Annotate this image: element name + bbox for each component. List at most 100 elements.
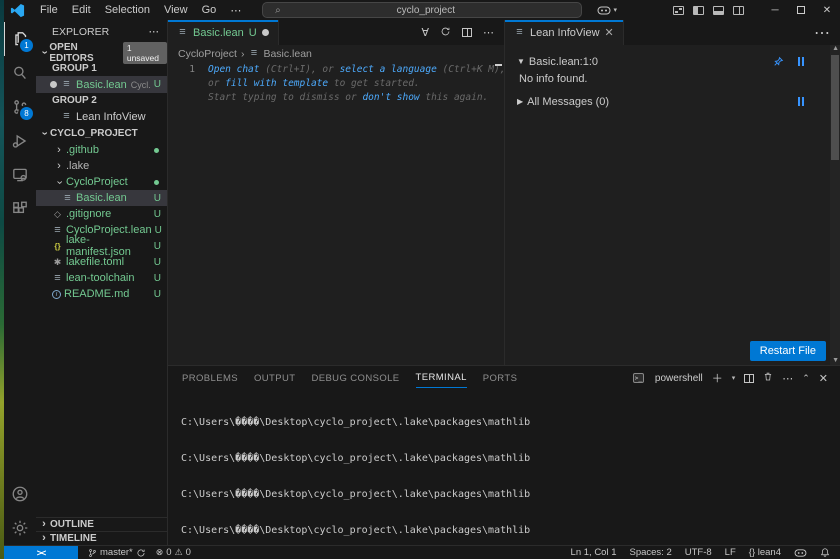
menu-more[interactable]: ⋯ xyxy=(223,4,248,17)
tab-debug-console[interactable]: DEBUG CONSOLE xyxy=(311,369,399,388)
tree-item-gitignore[interactable]: .gitignore U xyxy=(36,206,167,222)
menu-go[interactable]: Go xyxy=(195,4,224,16)
toggle-panel-button[interactable] xyxy=(713,6,724,15)
eol-status[interactable]: LF xyxy=(725,547,736,558)
explorer-badge: 1 xyxy=(20,39,33,52)
pause-updates-icon[interactable] xyxy=(798,57,804,66)
open-editor-basic-lean[interactable]: Basic.lean Cycl... U xyxy=(36,76,167,93)
split-editor-button[interactable] xyxy=(462,28,472,37)
activity-run-debug[interactable] xyxy=(4,124,36,158)
select-language-link[interactable]: select a language xyxy=(340,64,437,75)
tree-item-lakefile-toml[interactable]: lakefile.toml U xyxy=(36,254,167,270)
lean-file-icon xyxy=(177,27,188,38)
dont-show-link[interactable]: don't show xyxy=(362,92,419,103)
kill-terminal-button[interactable] xyxy=(763,371,773,385)
git-branch-status[interactable]: master* xyxy=(88,547,146,558)
project-root-header[interactable]: CYCLO_PROJECT xyxy=(36,125,167,142)
settings-button[interactable] xyxy=(4,511,36,545)
unsaved-dot-icon[interactable] xyxy=(262,29,269,36)
customize-layout-button[interactable] xyxy=(673,6,684,15)
activity-explorer[interactable]: 1 xyxy=(4,22,36,56)
git-status: U xyxy=(154,193,161,204)
copilot-menu[interactable]: ▾ xyxy=(597,5,617,16)
tab-output[interactable]: OUTPUT xyxy=(254,369,295,388)
open-editors-header[interactable]: OPEN EDITORS 1 unsaved xyxy=(36,44,167,61)
editor-more-actions[interactable]: ⋯ xyxy=(483,26,494,39)
language-mode-status[interactable]: {} lean4 xyxy=(749,547,781,558)
new-terminal-button[interactable]: ＋ xyxy=(712,370,723,386)
indentation-status[interactable]: Spaces: 2 xyxy=(630,547,672,558)
activity-remote-explorer[interactable] xyxy=(4,158,36,192)
search-input[interactable] xyxy=(283,5,569,16)
open-editor-lean-infoview[interactable]: Lean InfoView xyxy=(36,108,167,125)
toggle-primary-sidebar-button[interactable] xyxy=(693,6,704,15)
tab-ports[interactable]: PORTS xyxy=(483,369,518,388)
collapse-triangle-icon[interactable]: ▼ xyxy=(517,57,525,66)
breadcrumb[interactable]: CycloProject Basic.lean xyxy=(168,45,504,62)
tree-item-basic-lean[interactable]: Basic.lean U xyxy=(36,190,167,206)
lean-file-icon xyxy=(61,79,72,90)
accounts-button[interactable] xyxy=(4,477,36,511)
restart-server-button[interactable] xyxy=(440,26,451,40)
tree-item-lake-manifest[interactable]: lake-manifest.json U xyxy=(36,238,167,254)
terminal-profile-dropdown-icon[interactable]: ▾ xyxy=(732,374,736,382)
menu-selection[interactable]: Selection xyxy=(98,4,157,16)
problems-status[interactable]: ⊗ 0 ⚠ 0 xyxy=(156,547,191,558)
outline-section[interactable]: OUTLINE xyxy=(36,517,167,531)
file-name: Lean InfoView xyxy=(76,111,146,123)
breadcrumb-folder[interactable]: CycloProject xyxy=(178,48,237,60)
tab-basic-lean[interactable]: Basic.lean U xyxy=(168,20,279,45)
code-editor[interactable]: 1 Open chat (Ctrl+I), or select a langua… xyxy=(168,62,504,365)
close-tab-icon[interactable]: ✕ xyxy=(605,26,614,39)
tab-terminal[interactable]: TERMINAL xyxy=(416,368,467,388)
restart-file-button[interactable]: Restart File xyxy=(750,341,826,361)
warnings-icon: ⚠ xyxy=(175,547,183,558)
fill-template-link[interactable]: fill with template xyxy=(225,78,328,89)
split-terminal-button[interactable] xyxy=(744,374,754,383)
notifications-bell-icon[interactable] xyxy=(820,547,830,558)
maximize-button[interactable] xyxy=(788,0,814,20)
close-window-button[interactable]: ✕ xyxy=(814,0,840,20)
timeline-section[interactable]: TIMELINE xyxy=(36,531,167,545)
encoding-status[interactable]: UTF-8 xyxy=(685,547,712,558)
menu-edit[interactable]: Edit xyxy=(65,4,98,16)
activity-search[interactable] xyxy=(4,56,36,90)
close-panel-icon[interactable]: ✕ xyxy=(819,372,828,385)
activity-extensions[interactable] xyxy=(4,192,36,226)
command-center-search[interactable]: ⌕ xyxy=(262,2,582,18)
tree-item-cycloproject-folder[interactable]: CycloProject xyxy=(36,174,167,190)
menu-view[interactable]: View xyxy=(157,4,195,16)
infoview-position[interactable]: Basic.lean:1:0 xyxy=(529,56,598,68)
minimize-button[interactable]: ─ xyxy=(762,0,788,20)
infoview-more-actions[interactable]: ⋯ xyxy=(814,20,840,45)
copilot-status-icon[interactable] xyxy=(794,548,807,558)
shell-name[interactable]: powershell xyxy=(655,373,703,384)
all-messages-header[interactable]: All Messages (0) xyxy=(527,96,609,108)
explorer-more-actions[interactable]: ⋯ xyxy=(149,26,160,38)
expand-triangle-icon[interactable]: ▶ xyxy=(517,97,523,106)
terminal-output[interactable]: C:\Users\����\Desktop\cyclo_project\.lak… xyxy=(168,390,840,545)
remote-indicator[interactable]: >< xyxy=(4,546,78,559)
open-chat-link[interactable]: Open chat xyxy=(208,64,259,75)
breadcrumb-file[interactable]: Basic.lean xyxy=(263,48,311,60)
maximize-panel-icon[interactable]: ⌃ xyxy=(802,373,810,384)
pause-updates-icon[interactable] xyxy=(798,97,804,106)
menu-file[interactable]: File xyxy=(33,4,65,16)
activity-source-control[interactable]: 8 xyxy=(4,90,36,124)
scroll-up-icon[interactable]: ▲ xyxy=(832,45,839,52)
tree-item-readme[interactable]: README.md U xyxy=(36,286,167,302)
lean-infoview-toggle-button[interactable]: ∀ xyxy=(421,26,429,39)
scrollbar-thumb[interactable] xyxy=(831,55,839,160)
pin-icon[interactable] xyxy=(773,56,784,67)
panel-more-actions[interactable]: ⋯ xyxy=(782,372,793,385)
tab-problems[interactable]: PROBLEMS xyxy=(182,369,238,388)
toggle-secondary-sidebar-button[interactable] xyxy=(733,6,744,15)
tab-lean-infoview[interactable]: Lean InfoView ✕ xyxy=(505,20,624,45)
infoview-scrollbar[interactable]: ▲ ▼ xyxy=(830,45,840,365)
cursor-position-status[interactable]: Ln 1, Col 1 xyxy=(571,547,617,558)
scroll-down-icon[interactable]: ▼ xyxy=(832,357,839,364)
tree-item-lake-folder[interactable]: .lake xyxy=(36,158,167,174)
project-root-label: CYCLO_PROJECT xyxy=(50,128,138,139)
tree-item-lean-toolchain[interactable]: lean-toolchain U xyxy=(36,270,167,286)
tree-item-github[interactable]: .github xyxy=(36,142,167,158)
